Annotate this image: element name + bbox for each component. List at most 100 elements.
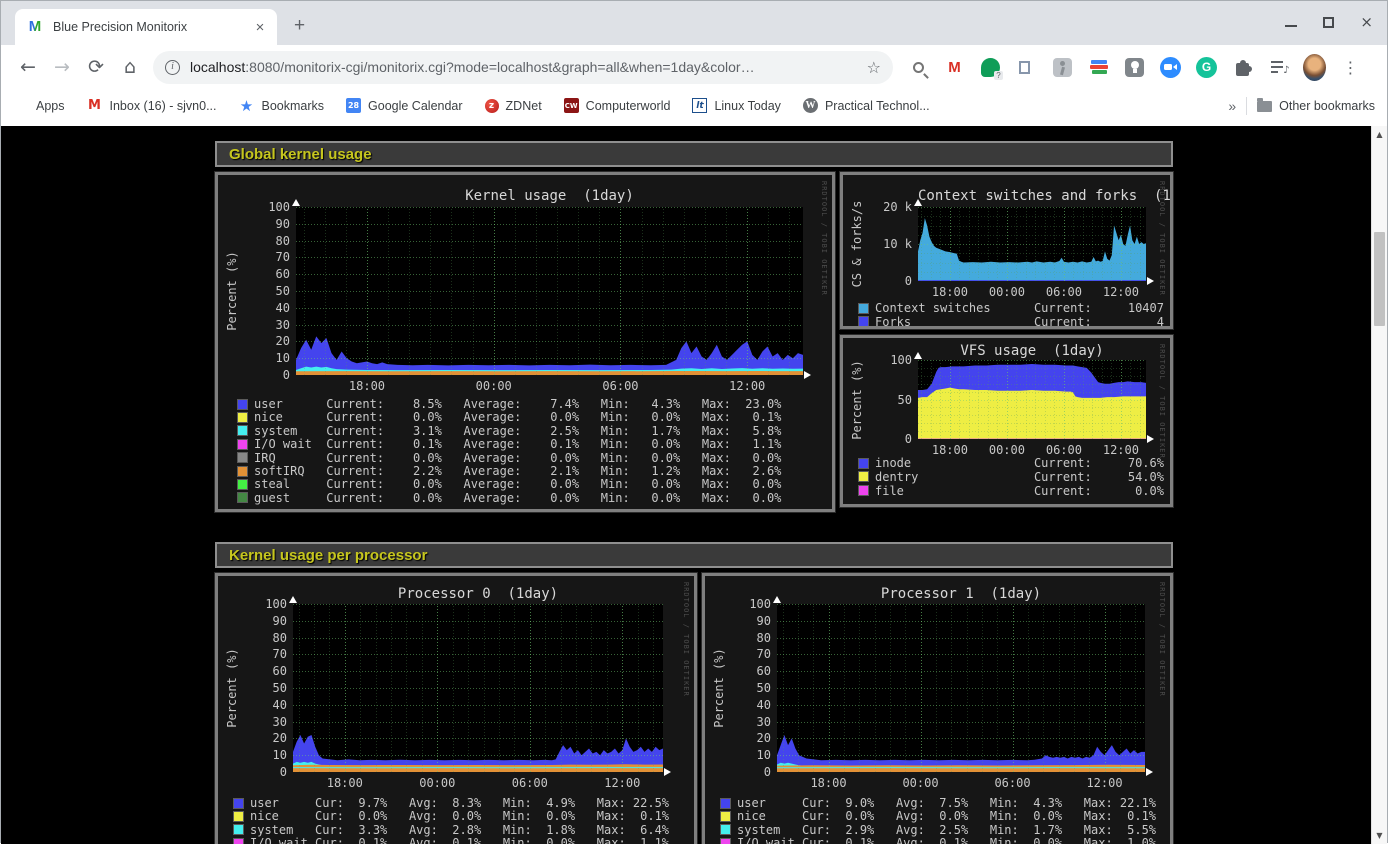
bookmark-item-apps[interactable]: Apps <box>13 98 65 114</box>
lamp-icon[interactable] <box>1123 56 1146 79</box>
legend-row: nice Current: 0.0% Average: 0.0% Min: 0.… <box>238 410 781 424</box>
avatar-icon[interactable] <box>1303 56 1326 79</box>
bookmark-item-gmail[interactable]: MInbox (16) - sjvn0... <box>87 98 217 114</box>
page-content: Global kernel usage Kernel usage (1day)R… <box>1 126 1387 844</box>
recorder-icon[interactable] <box>1051 56 1074 79</box>
x-tick-label: 06:00 <box>602 379 638 393</box>
legend-text: guest Current: 0.0% Average: 0.0% Min: 0… <box>254 491 781 505</box>
legend-swatch-nice <box>238 413 247 422</box>
legend-swatch-i-o-wait <box>234 839 243 844</box>
x-tick-label: 12:00 <box>604 776 640 790</box>
section-header-kernel-usage-per-processor: Kernel usage per processor <box>215 542 1173 568</box>
legend-text: dentry Current: 54.0% <box>875 470 1164 484</box>
plot-area[interactable] <box>296 207 803 375</box>
chart-title: Kernel usage (1day) <box>296 188 803 204</box>
back-icon[interactable]: ← <box>11 56 45 78</box>
legend-row: system Current: 3.1% Average: 2.5% Min: … <box>238 424 781 438</box>
graph-kernel-usage[interactable]: Kernel usage (1day) RRDTOOL / TOBI OETIKE… <box>215 172 835 512</box>
search-icon[interactable] <box>907 56 930 79</box>
graph-vfs-usage[interactable]: VFS usage (1day)RRDTOOL / TOBI OETIKERPe… <box>840 335 1173 507</box>
legend-swatch-user <box>238 400 247 409</box>
browser-tab[interactable]: M Blue Precision Monitorix × <box>15 9 277 45</box>
y-tick-label: 60 <box>242 267 290 281</box>
puzzle-icon[interactable] <box>1231 56 1254 79</box>
y-tick-label: 20 <box>239 731 287 745</box>
bookmark-item-cw[interactable]: CWComputerworld <box>564 98 671 113</box>
y-tick-label: 70 <box>242 250 290 264</box>
bookmark-item-zdnet[interactable]: z ZDNet <box>485 99 542 113</box>
window-controls: × <box>1285 13 1373 31</box>
legend-swatch-user <box>721 799 730 808</box>
new-tab-button[interactable]: + <box>294 16 305 36</box>
forward-icon[interactable]: → <box>45 56 79 78</box>
legend-row: steal Current: 0.0% Average: 0.0% Min: 0… <box>238 477 781 491</box>
apps-icon <box>13 98 29 114</box>
plot-area[interactable] <box>918 360 1146 439</box>
scroll-up-icon[interactable]: ▲ <box>1372 130 1387 139</box>
maximize-icon[interactable] <box>1323 17 1334 28</box>
legend-swatch-system <box>238 426 247 435</box>
scroll-down-icon[interactable]: ▼ <box>1372 831 1387 840</box>
url-text[interactable]: localhost:8080/monitorix-cgi/monitorix.c… <box>190 59 867 75</box>
legend-text: nice Current: 0.0% Average: 0.0% Min: 0.… <box>254 410 781 424</box>
y-axis-label: Percent (%) <box>850 360 864 439</box>
legend-swatch-system <box>721 825 730 834</box>
legend-text: user Cur: 9.7% Avg: 8.3% Min: 4.9% Max: … <box>250 796 669 810</box>
voice-icon[interactable] <box>979 56 1002 79</box>
bookmarks-overflow-icon[interactable]: » <box>1228 98 1236 114</box>
y-tick-label: 60 <box>239 664 287 678</box>
bookmark-star-icon[interactable]: ☆ <box>867 58 881 77</box>
plot-area[interactable] <box>777 604 1145 772</box>
graph-processor-0[interactable]: Processor 0 (1day)RRDTOOL / TOBI OETIKER… <box>215 573 697 844</box>
legend-text: Context switches Current: 10407 <box>875 301 1164 315</box>
x-tick-label: 06:00 <box>994 776 1030 790</box>
legend-row: file Current: 0.0% <box>859 484 1164 498</box>
lt-icon: lt <box>692 98 707 113</box>
page-info-icon[interactable]: i <box>165 60 180 75</box>
playlist-icon[interactable]: ♪ <box>1267 56 1290 79</box>
y-tick-label: 20 <box>723 731 771 745</box>
legend-row: Context switches Current: 10407 <box>859 301 1164 315</box>
scrollbar[interactable]: ▲ ▼ <box>1371 126 1387 844</box>
legend-swatch-dentry <box>859 472 868 481</box>
other-bookmarks-button[interactable]: Other bookmarks <box>1257 99 1375 113</box>
bookmark-label: Apps <box>36 99 65 113</box>
bookmark-item-lt[interactable]: ltLinux Today <box>692 98 781 113</box>
url-bar[interactable]: i localhost:8080/monitorix-cgi/monitorix… <box>153 51 893 84</box>
graph-processor-1[interactable]: Processor 1 (1day)RRDTOOL / TOBI OETIKER… <box>702 573 1173 844</box>
bookmark-item-wp[interactable]: WPractical Technol... <box>803 98 930 113</box>
bookmark-item-cal[interactable]: 28Google Calendar <box>346 98 463 113</box>
bookmark-item-star[interactable]: ★Bookmarks <box>239 98 325 114</box>
rrdtool-credit: RRDTOOL / TOBI OETIKER <box>820 181 828 296</box>
chart-title: Processor 1 (1day) <box>777 586 1145 602</box>
y-tick-label: 30 <box>239 715 287 729</box>
x-tick-label: 00:00 <box>902 776 938 790</box>
zdnet-icon: z <box>485 99 499 113</box>
books-icon[interactable] <box>1087 56 1110 79</box>
home-icon[interactable]: ⌂ <box>113 56 147 78</box>
scrollbar-thumb[interactable] <box>1374 232 1385 326</box>
x-axis-arrow-icon <box>804 371 811 379</box>
legend-swatch-forks <box>859 317 868 326</box>
y-tick-label: 80 <box>242 234 290 248</box>
browser-window: M Blue Precision Monitorix × + × ← → ⟳ ⌂… <box>0 0 1388 843</box>
menu-icon[interactable]: ⋮ <box>1339 56 1362 79</box>
grammarly-icon[interactable]: G <box>1195 56 1218 79</box>
tab-close-icon[interactable]: × <box>251 19 269 36</box>
copy-icon[interactable] <box>1015 56 1038 79</box>
y-tick-label: 90 <box>239 614 287 628</box>
plot-area[interactable] <box>293 604 663 772</box>
zoom-icon[interactable] <box>1159 56 1182 79</box>
minimize-icon[interactable] <box>1285 25 1297 27</box>
bookmark-label: ZDNet <box>506 99 542 113</box>
plot-area[interactable] <box>918 207 1146 281</box>
y-tick-label: 70 <box>239 647 287 661</box>
legend-swatch-irq <box>238 453 247 462</box>
close-window-icon[interactable]: × <box>1360 13 1373 31</box>
gmail-icon[interactable]: M <box>943 56 966 79</box>
reload-icon[interactable]: ⟳ <box>79 56 113 78</box>
legend-swatch-nice <box>721 812 730 821</box>
graph-context-switches-forks[interactable]: Context switches and forks (1day)RRDTOOL… <box>840 172 1173 329</box>
chart-title: Processor 0 (1day) <box>293 586 663 602</box>
legend-text: system Cur: 2.9% Avg: 2.5% Min: 1.7% Max… <box>737 823 1156 837</box>
